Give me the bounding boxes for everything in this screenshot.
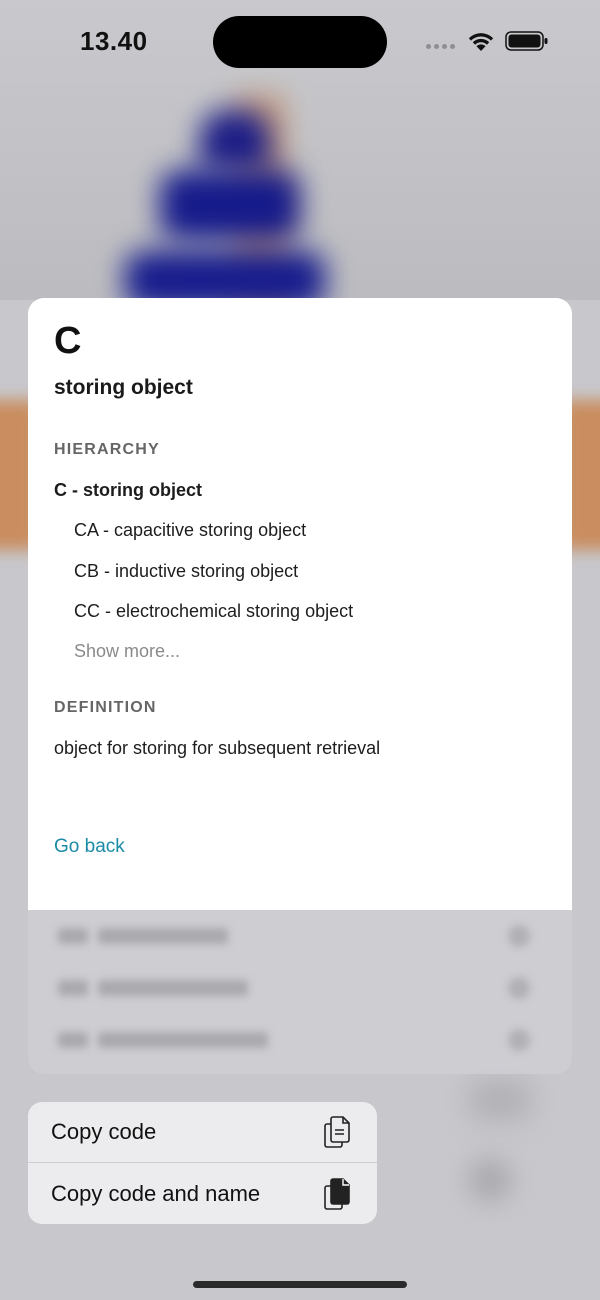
hierarchy-heading: HIERARCHY <box>54 441 160 458</box>
blurred-list-row <box>58 1029 530 1051</box>
definition-text: object for storing for subsequent retrie… <box>54 738 381 758</box>
code-name: storing object <box>54 376 193 399</box>
definition-heading: DEFINITION <box>54 699 157 716</box>
context-menu: Copy code Copy code and name <box>28 1102 377 1224</box>
copy-code-and-name-menu-item[interactable]: Copy code and name <box>28 1163 377 1224</box>
hierarchy-root[interactable]: C - storing object <box>54 480 202 501</box>
background-blob <box>160 170 300 240</box>
home-indicator[interactable] <box>193 1281 407 1288</box>
background-blob <box>470 1080 530 1120</box>
battery-icon <box>505 31 548 51</box>
background-blob <box>470 1160 510 1200</box>
blurred-list-row <box>58 925 530 947</box>
wifi-icon <box>468 33 494 51</box>
go-back-link[interactable]: Go back <box>54 836 125 858</box>
hierarchy-item-cb[interactable]: CB - inductive storing object <box>74 561 298 582</box>
hierarchy-item-ca[interactable]: CA - capacitive storing object <box>74 520 306 541</box>
copy-code-menu-item[interactable]: Copy code <box>28 1102 377 1163</box>
preview-content: C storing object HIERARCHY C - storing o… <box>28 298 572 910</box>
dynamic-island <box>213 16 387 68</box>
status-time: 13.40 <box>80 26 148 56</box>
blurred-list-row <box>58 977 530 999</box>
copy-code-and-name-label: Copy code and name <box>51 1180 261 1206</box>
background-blob <box>200 110 270 170</box>
copy-code-label: Copy code <box>51 1119 157 1144</box>
copy-document-icon <box>324 1116 350 1148</box>
preview-card: C storing object HIERARCHY C - storing o… <box>28 298 572 1074</box>
copy-document-filled-icon <box>324 1177 350 1210</box>
code-title: C <box>54 320 82 362</box>
hierarchy-item-cc[interactable]: CC - electrochemical storing object <box>74 601 353 622</box>
show-more-link[interactable]: Show more... <box>74 641 180 662</box>
cellular-signal-icon <box>426 44 455 49</box>
